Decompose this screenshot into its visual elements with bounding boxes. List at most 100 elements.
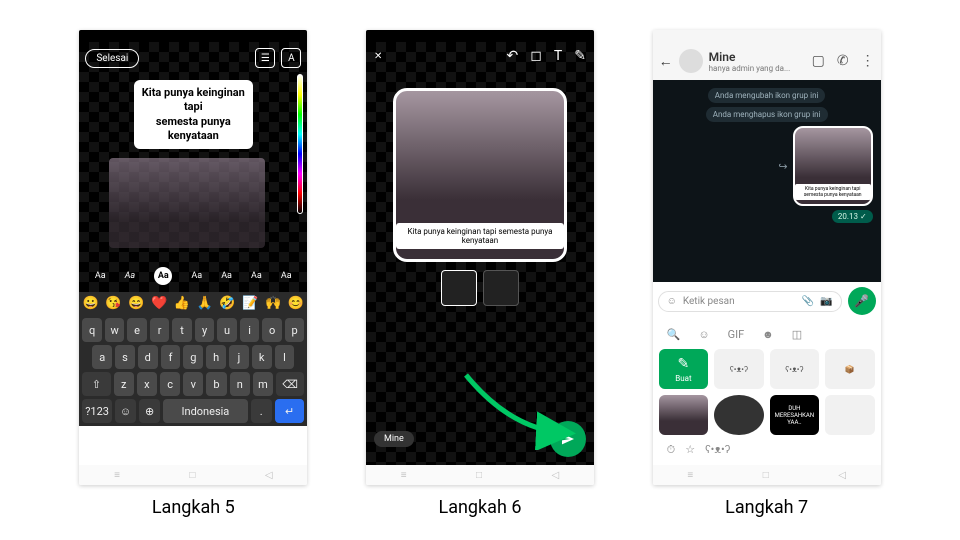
color-slider[interactable]: [297, 74, 303, 214]
call-icon[interactable]: ✆: [837, 53, 849, 69]
crop-icon[interactable]: ◻: [530, 48, 542, 64]
key-e[interactable]: e: [127, 318, 147, 342]
android-navbar[interactable]: ≡□◁: [653, 465, 881, 485]
editor-canvas: Selesai ☰ A Kita punya keinginan tapi se…: [79, 42, 307, 292]
key-l[interactable]: l: [275, 345, 295, 369]
sticker-preview: Kita punya keinginan tapi semesta punya …: [393, 88, 567, 262]
sent-sticker[interactable]: Kita punya keinginan tapi semesta punya …: [793, 126, 873, 206]
key-n[interactable]: n: [230, 372, 250, 396]
key-j[interactable]: j: [229, 345, 249, 369]
key-symbols[interactable]: ?123: [82, 399, 112, 423]
key-q[interactable]: q: [82, 318, 102, 342]
fav-icon[interactable]: ☆: [685, 443, 695, 457]
key-u[interactable]: u: [217, 318, 237, 342]
key-y[interactable]: y: [195, 318, 215, 342]
key-enter[interactable]: ↵: [275, 399, 305, 423]
mic-button[interactable]: 🎤: [848, 287, 876, 315]
chat-area: Anda mengubah ikon grup ini Anda menghap…: [653, 80, 881, 282]
key-m[interactable]: m: [253, 372, 273, 396]
close-icon[interactable]: ✕: [374, 51, 382, 62]
phone-step5: Selesai ☰ A Kita punya keinginan tapi se…: [79, 30, 307, 485]
key-f[interactable]: f: [161, 345, 181, 369]
create-sticker[interactable]: ✎Buat: [659, 349, 709, 389]
key-z[interactable]: z: [114, 372, 134, 396]
photo-preview: [109, 158, 265, 248]
sticker-item[interactable]: 📦: [825, 349, 875, 389]
key-s[interactable]: s: [115, 345, 135, 369]
chat-header[interactable]: ← Mine hanya admin yang da... ▢ ✆ ⋮: [653, 42, 881, 80]
more-icon[interactable]: ⋮: [861, 53, 875, 69]
key-h[interactable]: h: [206, 345, 226, 369]
sticker-item[interactable]: [825, 395, 875, 435]
key-i[interactable]: i: [240, 318, 260, 342]
sticker-caption: Kita punya keinginan tapi semesta punya …: [396, 223, 564, 249]
videocall-icon[interactable]: ▢: [812, 53, 825, 69]
timestamp: 20.13 ✓: [832, 210, 873, 223]
key-a[interactable]: a: [92, 345, 112, 369]
forward-icon[interactable]: ↪: [778, 160, 787, 173]
key-d[interactable]: d: [138, 345, 158, 369]
message-placeholder: Ketik pesan: [683, 296, 735, 307]
done-button[interactable]: Selesai: [85, 49, 139, 68]
sticker-item[interactable]: [714, 395, 764, 435]
recent-icon[interactable]: ⏱: [667, 443, 676, 457]
input-row: ☺ Ketik pesan 📎 📷 🎤: [653, 282, 881, 320]
thumb-1[interactable]: [441, 270, 477, 306]
key-k[interactable]: k: [252, 345, 272, 369]
thumb-2[interactable]: [483, 270, 519, 306]
key-space[interactable]: Indonesia: [163, 399, 247, 423]
back-icon[interactable]: ←: [659, 53, 673, 70]
textstyle-icon[interactable]: A: [281, 48, 301, 68]
status-bar: [653, 30, 881, 42]
key-backspace[interactable]: ⌫: [276, 372, 304, 396]
draw-tool-icon[interactable]: ✎: [574, 48, 586, 64]
chat-subtitle: hanya admin yang da...: [709, 64, 791, 73]
undo-icon[interactable]: ↶: [507, 48, 519, 64]
avatar-tab-icon[interactable]: ☻: [762, 328, 774, 341]
avatar[interactable]: [679, 49, 703, 73]
phone-step6: ✕ ↶ ◻ T ✎ Kita punya keinginan tapi seme…: [366, 30, 594, 485]
key-b[interactable]: b: [206, 372, 226, 396]
sticker-panel: 🔍 ☺ GIF ☻ ◫ ✎Buat ʕ•ᴥ•ʔ ʕ•ᴥ•ʔ 📦 DUH MERE…: [653, 320, 881, 465]
key-globe[interactable]: ⊕: [139, 399, 160, 423]
key-x[interactable]: x: [137, 372, 157, 396]
pack-icon[interactable]: ʕ•ᴥ•ʔ: [705, 443, 730, 457]
key-c[interactable]: c: [160, 372, 180, 396]
recipient-chip[interactable]: Mine: [374, 431, 414, 447]
emoji-suggestions[interactable]: 😀😘😄❤️👍🙏🤣📝🙌😊: [79, 292, 307, 314]
arrow-annotation: [461, 370, 581, 450]
attach-icon[interactable]: 📎: [802, 296, 814, 307]
sticker-item[interactable]: DUH MERESAHKAN YAA..: [770, 395, 820, 435]
key-g[interactable]: g: [183, 345, 203, 369]
key-dot[interactable]: .: [251, 399, 272, 423]
thumbnail-row[interactable]: [441, 270, 519, 306]
sticker-item[interactable]: ʕ•ᴥ•ʔ: [714, 349, 764, 389]
gif-tab[interactable]: GIF: [728, 328, 745, 341]
keyboard[interactable]: qwertyuiop asdfghjkl ⇧ zxcvbnm ⌫ ?123 ☺ …: [79, 314, 307, 426]
caption-5: Langkah 5: [152, 497, 235, 518]
status-bar: [366, 30, 594, 42]
message-input[interactable]: ☺ Ketik pesan 📎 📷: [658, 291, 842, 312]
key-w[interactable]: w: [105, 318, 125, 342]
android-navbar[interactable]: ≡□◁: [366, 465, 594, 485]
align-icon[interactable]: ☰: [255, 48, 275, 68]
sticker-item[interactable]: [659, 395, 709, 435]
text-tool-icon[interactable]: T: [554, 48, 562, 64]
sticker-tab-icon[interactable]: ◫: [792, 328, 802, 341]
key-r[interactable]: r: [150, 318, 170, 342]
camera-icon[interactable]: 📷: [820, 296, 832, 307]
key-v[interactable]: v: [183, 372, 203, 396]
text-overlay[interactable]: Kita punya keinginan tapi semesta punya …: [134, 80, 253, 149]
sticker-item[interactable]: ʕ•ᴥ•ʔ: [770, 349, 820, 389]
key-p[interactable]: p: [285, 318, 305, 342]
key-t[interactable]: t: [172, 318, 192, 342]
key-o[interactable]: o: [262, 318, 282, 342]
emoji-tab-icon[interactable]: ☺: [698, 328, 709, 341]
android-navbar[interactable]: ≡□◁: [79, 465, 307, 485]
font-picker[interactable]: Aa Aa Aa Aa Aa Aa Aa: [85, 266, 301, 286]
status-bar: [79, 30, 307, 42]
key-emoji[interactable]: ☺: [115, 399, 136, 423]
search-icon[interactable]: 🔍: [667, 328, 681, 341]
emoji-icon[interactable]: ☺: [667, 296, 677, 307]
key-shift[interactable]: ⇧: [82, 372, 110, 396]
